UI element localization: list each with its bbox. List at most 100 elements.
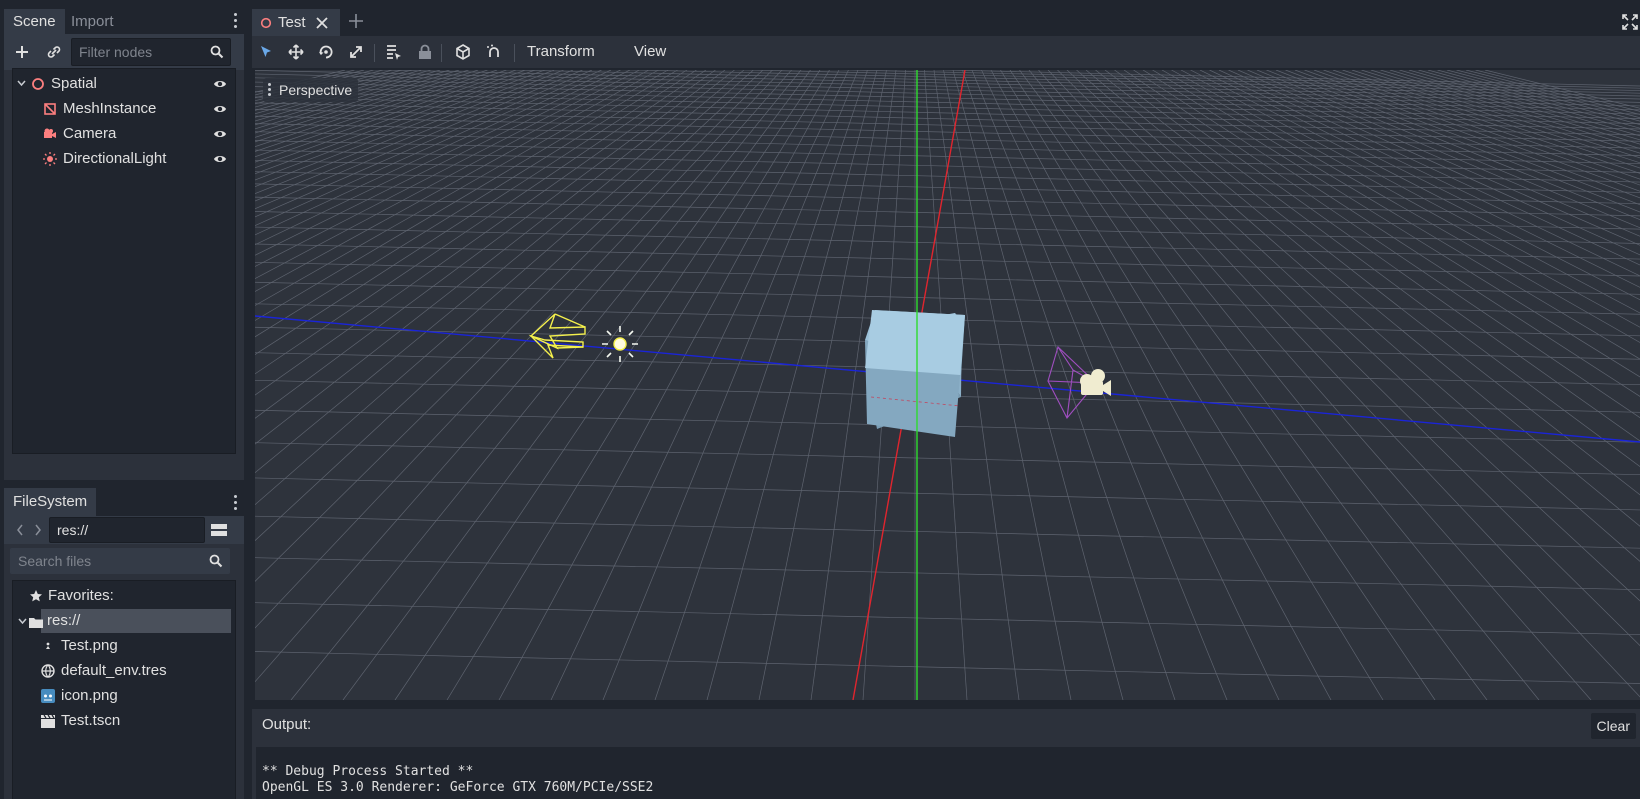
collapse-arrow-icon[interactable]	[17, 80, 26, 88]
search-files-placeholder: Search files	[18, 553, 92, 569]
grid-line	[255, 477, 1640, 511]
output-log[interactable]: ** Debug Process Started ** OpenGL ES 3.0…	[256, 747, 1640, 799]
perspective-view-menu[interactable]: Perspective	[263, 78, 359, 102]
file-row[interactable]: default_env.tres	[13, 659, 235, 683]
rotate-mode-icon[interactable]	[314, 40, 338, 64]
environment-icon	[41, 664, 55, 678]
search-files-input[interactable]: Search files	[10, 548, 230, 574]
clear-button[interactable]: Clear	[1590, 713, 1636, 739]
file-row[interactable]: Test.png	[13, 634, 235, 658]
grid-line	[255, 70, 574, 202]
path-field[interactable]: res://	[49, 517, 205, 543]
scene-tab-test[interactable]: Test	[252, 9, 340, 36]
tree-node-spatial[interactable]: Spatial	[13, 72, 235, 96]
filesystem-dock-menu-icon[interactable]	[234, 495, 238, 511]
tree-node-meshinstance[interactable]: MeshInstance	[13, 97, 235, 121]
grid-line	[1114, 70, 1640, 442]
spatial-icon	[260, 17, 272, 29]
grid-line	[255, 226, 1640, 260]
3d-viewport[interactable]: Perspective	[255, 70, 1640, 700]
transform-menu[interactable]: Transform	[527, 36, 595, 68]
grid-line	[1123, 70, 1640, 419]
grid-line	[1437, 70, 1640, 125]
tree-node-label: Spatial	[51, 75, 97, 92]
split-mode-icon[interactable]	[207, 518, 231, 542]
visibility-eye-icon[interactable]	[213, 103, 227, 115]
visibility-eye-icon[interactable]	[213, 153, 227, 165]
filter-nodes-input[interactable]: Filter nodes	[71, 38, 231, 66]
grid-line	[1095, 70, 1640, 496]
scene-dock-menu-icon[interactable]	[234, 13, 238, 29]
add-node-icon[interactable]	[10, 40, 34, 64]
back-arrow-icon[interactable]	[16, 524, 24, 536]
grid-line	[1399, 70, 1640, 141]
grid-line	[1000, 70, 1384, 700]
grid-line	[1057, 70, 1640, 647]
grid-line	[1408, 70, 1640, 137]
collapse-arrow-icon[interactable]	[18, 618, 27, 626]
file-row[interactable]: icon.png	[13, 684, 235, 708]
grid-line	[654, 70, 868, 700]
grid-line	[1294, 70, 1640, 199]
select-mode-icon[interactable]	[254, 40, 278, 64]
grid-line	[1009, 70, 1436, 700]
scene-toolbar: Filter nodes	[4, 34, 244, 70]
instance-scene-link-icon[interactable]	[42, 40, 66, 64]
visibility-eye-icon[interactable]	[213, 128, 227, 140]
grid-line	[446, 70, 830, 700]
log-line: ** Debug Process Started **	[262, 764, 474, 779]
grid-line	[255, 515, 1640, 549]
directional-light-gizmo[interactable]	[528, 313, 638, 362]
file-row[interactable]: Test.tscn	[13, 709, 235, 733]
list-select-icon[interactable]	[382, 40, 406, 64]
grid-line	[255, 70, 536, 175]
grid-line	[1380, 70, 1640, 149]
view-menu[interactable]: View	[634, 36, 666, 68]
directional-light-icon	[43, 152, 57, 166]
search-icon	[209, 554, 223, 568]
mesh-instance-cube[interactable]	[865, 310, 965, 437]
godot-icon	[41, 689, 55, 703]
local-space-cube-icon[interactable]	[451, 40, 475, 64]
output-title: Output:	[262, 716, 312, 733]
favorites-row[interactable]: Favorites:	[13, 584, 235, 608]
file-label: Test.png	[61, 637, 118, 654]
tab-scene[interactable]: Scene	[4, 9, 65, 34]
search-icon	[210, 45, 224, 59]
grid-line	[255, 123, 1640, 156]
tree-node-camera[interactable]: Camera	[13, 122, 235, 146]
new-tab-plus-icon[interactable]	[349, 14, 363, 28]
grid-line	[706, 70, 878, 700]
lock-icon[interactable]	[413, 40, 437, 64]
file-label: default_env.tres	[61, 662, 167, 679]
favorites-label: Favorites:	[48, 587, 114, 604]
close-icon[interactable]	[316, 17, 328, 29]
viewport-canvas[interactable]	[255, 70, 1640, 700]
filesystem-path-bar: res://	[4, 516, 244, 544]
res-root-row[interactable]: res://	[41, 609, 231, 633]
grid-line	[255, 70, 355, 96]
snap-icon[interactable]	[482, 40, 506, 64]
grid-line	[1389, 70, 1640, 145]
grid-line	[255, 442, 1640, 476]
tab-filesystem[interactable]: FileSystem	[4, 488, 97, 516]
grid-line	[255, 70, 441, 126]
filesystem-dock-tabbar: FileSystem	[4, 488, 244, 516]
tree-node-directionallight[interactable]: DirectionalLight	[13, 147, 235, 171]
scale-mode-icon[interactable]	[344, 40, 368, 64]
distraction-free-icon[interactable]	[1622, 14, 1638, 30]
camera-gizmo[interactable]	[1047, 345, 1111, 419]
visibility-eye-icon[interactable]	[213, 78, 227, 90]
scene-tab-label: Test	[278, 14, 306, 31]
camera-icon	[44, 128, 56, 138]
file-label: Test.tscn	[61, 712, 121, 729]
grid-line	[255, 211, 1640, 244]
image-file-icon	[46, 642, 50, 649]
tab-import[interactable]: Import	[62, 9, 123, 34]
forward-arrow-icon[interactable]	[34, 524, 42, 536]
viewport-toolbar: Transform View	[252, 36, 1640, 68]
scene-dock-tabbar: Scene Import	[4, 6, 244, 34]
grid-line	[981, 70, 1280, 700]
move-mode-icon[interactable]	[284, 40, 308, 64]
tree-node-label: DirectionalLight	[63, 150, 167, 167]
